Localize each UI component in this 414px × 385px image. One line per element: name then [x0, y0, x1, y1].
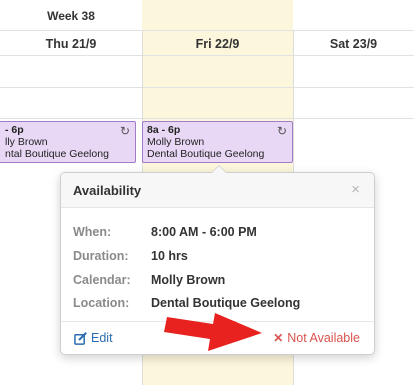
not-available-button[interactable]: ✕ Not Available — [273, 331, 360, 345]
field-label: Duration: — [73, 249, 129, 263]
divider — [61, 321, 374, 322]
divider — [0, 55, 414, 56]
popover-arrow-inner — [212, 166, 226, 173]
field-value: 10 hrs — [151, 249, 188, 263]
edit-button[interactable]: Edit — [74, 331, 113, 345]
sync-icon: ↻ — [119, 124, 130, 138]
divider — [0, 30, 414, 31]
popover-header: Availability × — [61, 173, 374, 208]
event-location: Dental Boutique Geelong — [147, 148, 265, 160]
field-value: 8:00 AM - 6:00 PM — [151, 225, 257, 239]
event-location: ntal Boutique Geelong — [5, 148, 109, 160]
not-available-label: Not Available — [287, 331, 360, 345]
field-label: When: — [73, 225, 112, 239]
week-label: Week 38 — [47, 9, 95, 23]
day-header-sat[interactable]: Sat 23/9 — [293, 37, 414, 51]
close-icon[interactable]: × — [351, 181, 360, 198]
field-label: Location: — [73, 296, 130, 310]
field-label: Calendar: — [73, 273, 131, 287]
popover-title: Availability — [73, 183, 142, 198]
event-name: Molly Brown — [147, 136, 205, 148]
availability-event-thu[interactable]: - 6p lly Brown ntal Boutique Geelong ↻ — [0, 121, 136, 163]
edit-label: Edit — [91, 331, 113, 345]
event-time: - 6p — [5, 124, 24, 136]
availability-event-fri[interactable]: 8a - 6p Molly Brown Dental Boutique Geel… — [142, 121, 293, 163]
sync-icon: ↻ — [276, 124, 287, 138]
divider — [0, 87, 414, 88]
edit-icon — [74, 331, 87, 345]
event-time: 8a - 6p — [147, 124, 181, 136]
field-value: Molly Brown — [151, 273, 226, 287]
day-header-fri[interactable]: Fri 22/9 — [142, 37, 293, 51]
day-header-thu[interactable]: Thu 21/9 — [0, 37, 142, 51]
event-name: lly Brown — [5, 136, 48, 148]
close-icon: ✕ — [273, 331, 284, 345]
availability-popover: Availability × When: 8:00 AM - 6:00 PM D… — [60, 165, 375, 355]
field-value: Dental Boutique Geelong — [151, 296, 301, 310]
divider — [0, 118, 414, 119]
